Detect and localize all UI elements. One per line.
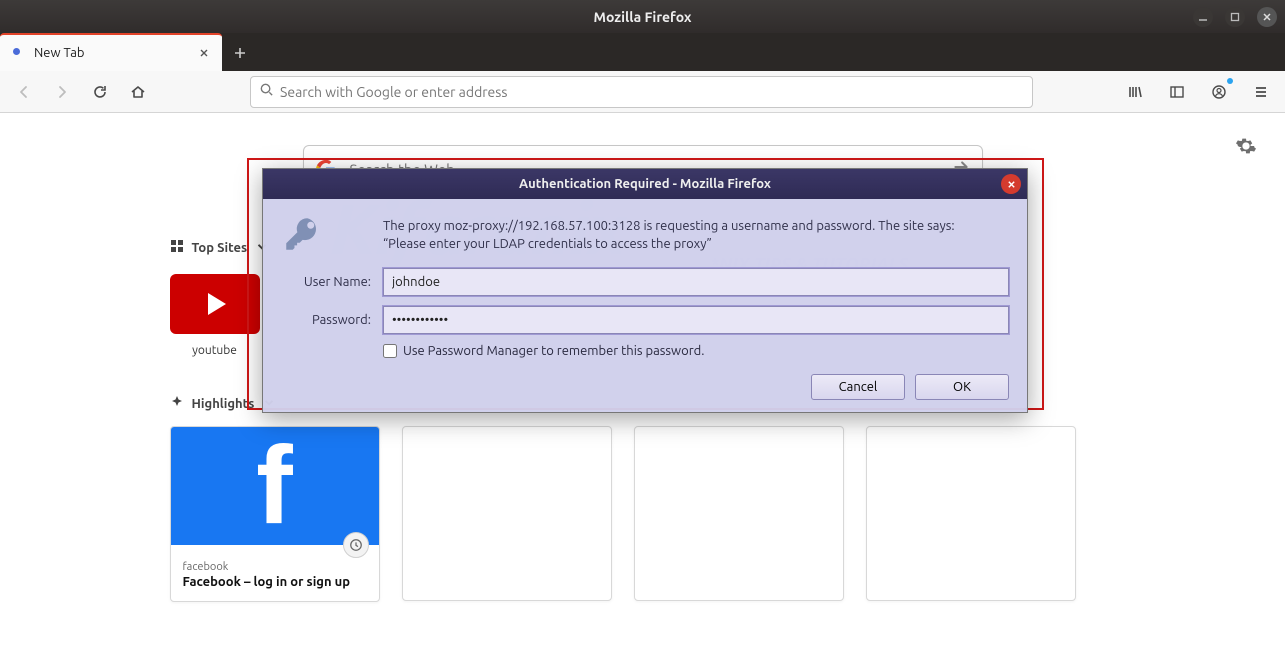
- dialog-message: The proxy moz-proxy://192.168.57.100:312…: [383, 218, 1009, 253]
- password-input[interactable]: [383, 306, 1009, 334]
- menu-button[interactable]: [1245, 76, 1277, 108]
- window-titlebar: Mozilla Firefox: [0, 0, 1285, 33]
- facebook-thumbnail: f: [171, 427, 379, 545]
- navigation-toolbar: [0, 71, 1285, 113]
- url-input[interactable]: [280, 84, 1024, 100]
- grid-icon: [170, 239, 184, 256]
- library-button[interactable]: [1119, 76, 1151, 108]
- window-maximize-button[interactable]: [1225, 7, 1245, 27]
- cancel-button[interactable]: Cancel: [811, 374, 905, 400]
- dialog-titlebar: Authentication Required - Mozilla Firefo…: [263, 169, 1027, 199]
- home-button[interactable]: [122, 76, 154, 108]
- youtube-icon: [170, 274, 260, 334]
- highlights-label: Highlights: [192, 397, 255, 411]
- tab-new-tab[interactable]: New Tab: [0, 33, 222, 71]
- firefox-icon: [10, 45, 26, 61]
- top-site-tile-youtube[interactable]: youtube: [170, 274, 260, 357]
- username-label: User Name:: [304, 275, 371, 289]
- password-label: Password:: [312, 313, 371, 327]
- card-site: facebook: [183, 561, 367, 573]
- tab-strip: New Tab: [0, 33, 1285, 71]
- highlight-card-empty[interactable]: [402, 426, 612, 601]
- auth-dialog: Authentication Required - Mozilla Firefo…: [262, 168, 1028, 413]
- window-title: Mozilla Firefox: [8, 9, 1277, 25]
- sparkle-icon: [170, 395, 184, 412]
- back-button[interactable]: [8, 76, 40, 108]
- tile-caption: youtube: [170, 344, 260, 357]
- highlight-card-empty[interactable]: [634, 426, 844, 601]
- window-close-button[interactable]: [1257, 7, 1277, 27]
- account-button[interactable]: [1203, 76, 1235, 108]
- remember-password-label: Use Password Manager to remember this pa…: [403, 344, 704, 358]
- highlight-card-empty[interactable]: [866, 426, 1076, 601]
- window-minimize-button[interactable]: [1193, 7, 1213, 27]
- highlight-card-facebook[interactable]: f facebook Facebook – log in or sign up: [170, 426, 380, 602]
- url-bar[interactable]: [250, 76, 1033, 108]
- customize-gear-button[interactable]: [1235, 135, 1257, 157]
- tab-close-button[interactable]: [196, 45, 212, 61]
- top-sites-label: Top Sites: [192, 241, 248, 255]
- history-badge-icon: [343, 532, 369, 558]
- forward-button[interactable]: [46, 76, 78, 108]
- dialog-title: Authentication Required - Mozilla Firefo…: [519, 177, 771, 191]
- sidebar-button[interactable]: [1161, 76, 1193, 108]
- new-tab-button[interactable]: [222, 35, 258, 71]
- card-title: Facebook – log in or sign up: [183, 575, 367, 589]
- dialog-close-button[interactable]: [1001, 174, 1021, 194]
- key-icon: [281, 213, 371, 258]
- ok-button[interactable]: OK: [915, 374, 1009, 400]
- reload-button[interactable]: [84, 76, 116, 108]
- username-input[interactable]: [383, 268, 1009, 296]
- tab-label: New Tab: [34, 46, 188, 60]
- remember-password-checkbox[interactable]: [383, 344, 397, 358]
- search-icon: [259, 82, 274, 101]
